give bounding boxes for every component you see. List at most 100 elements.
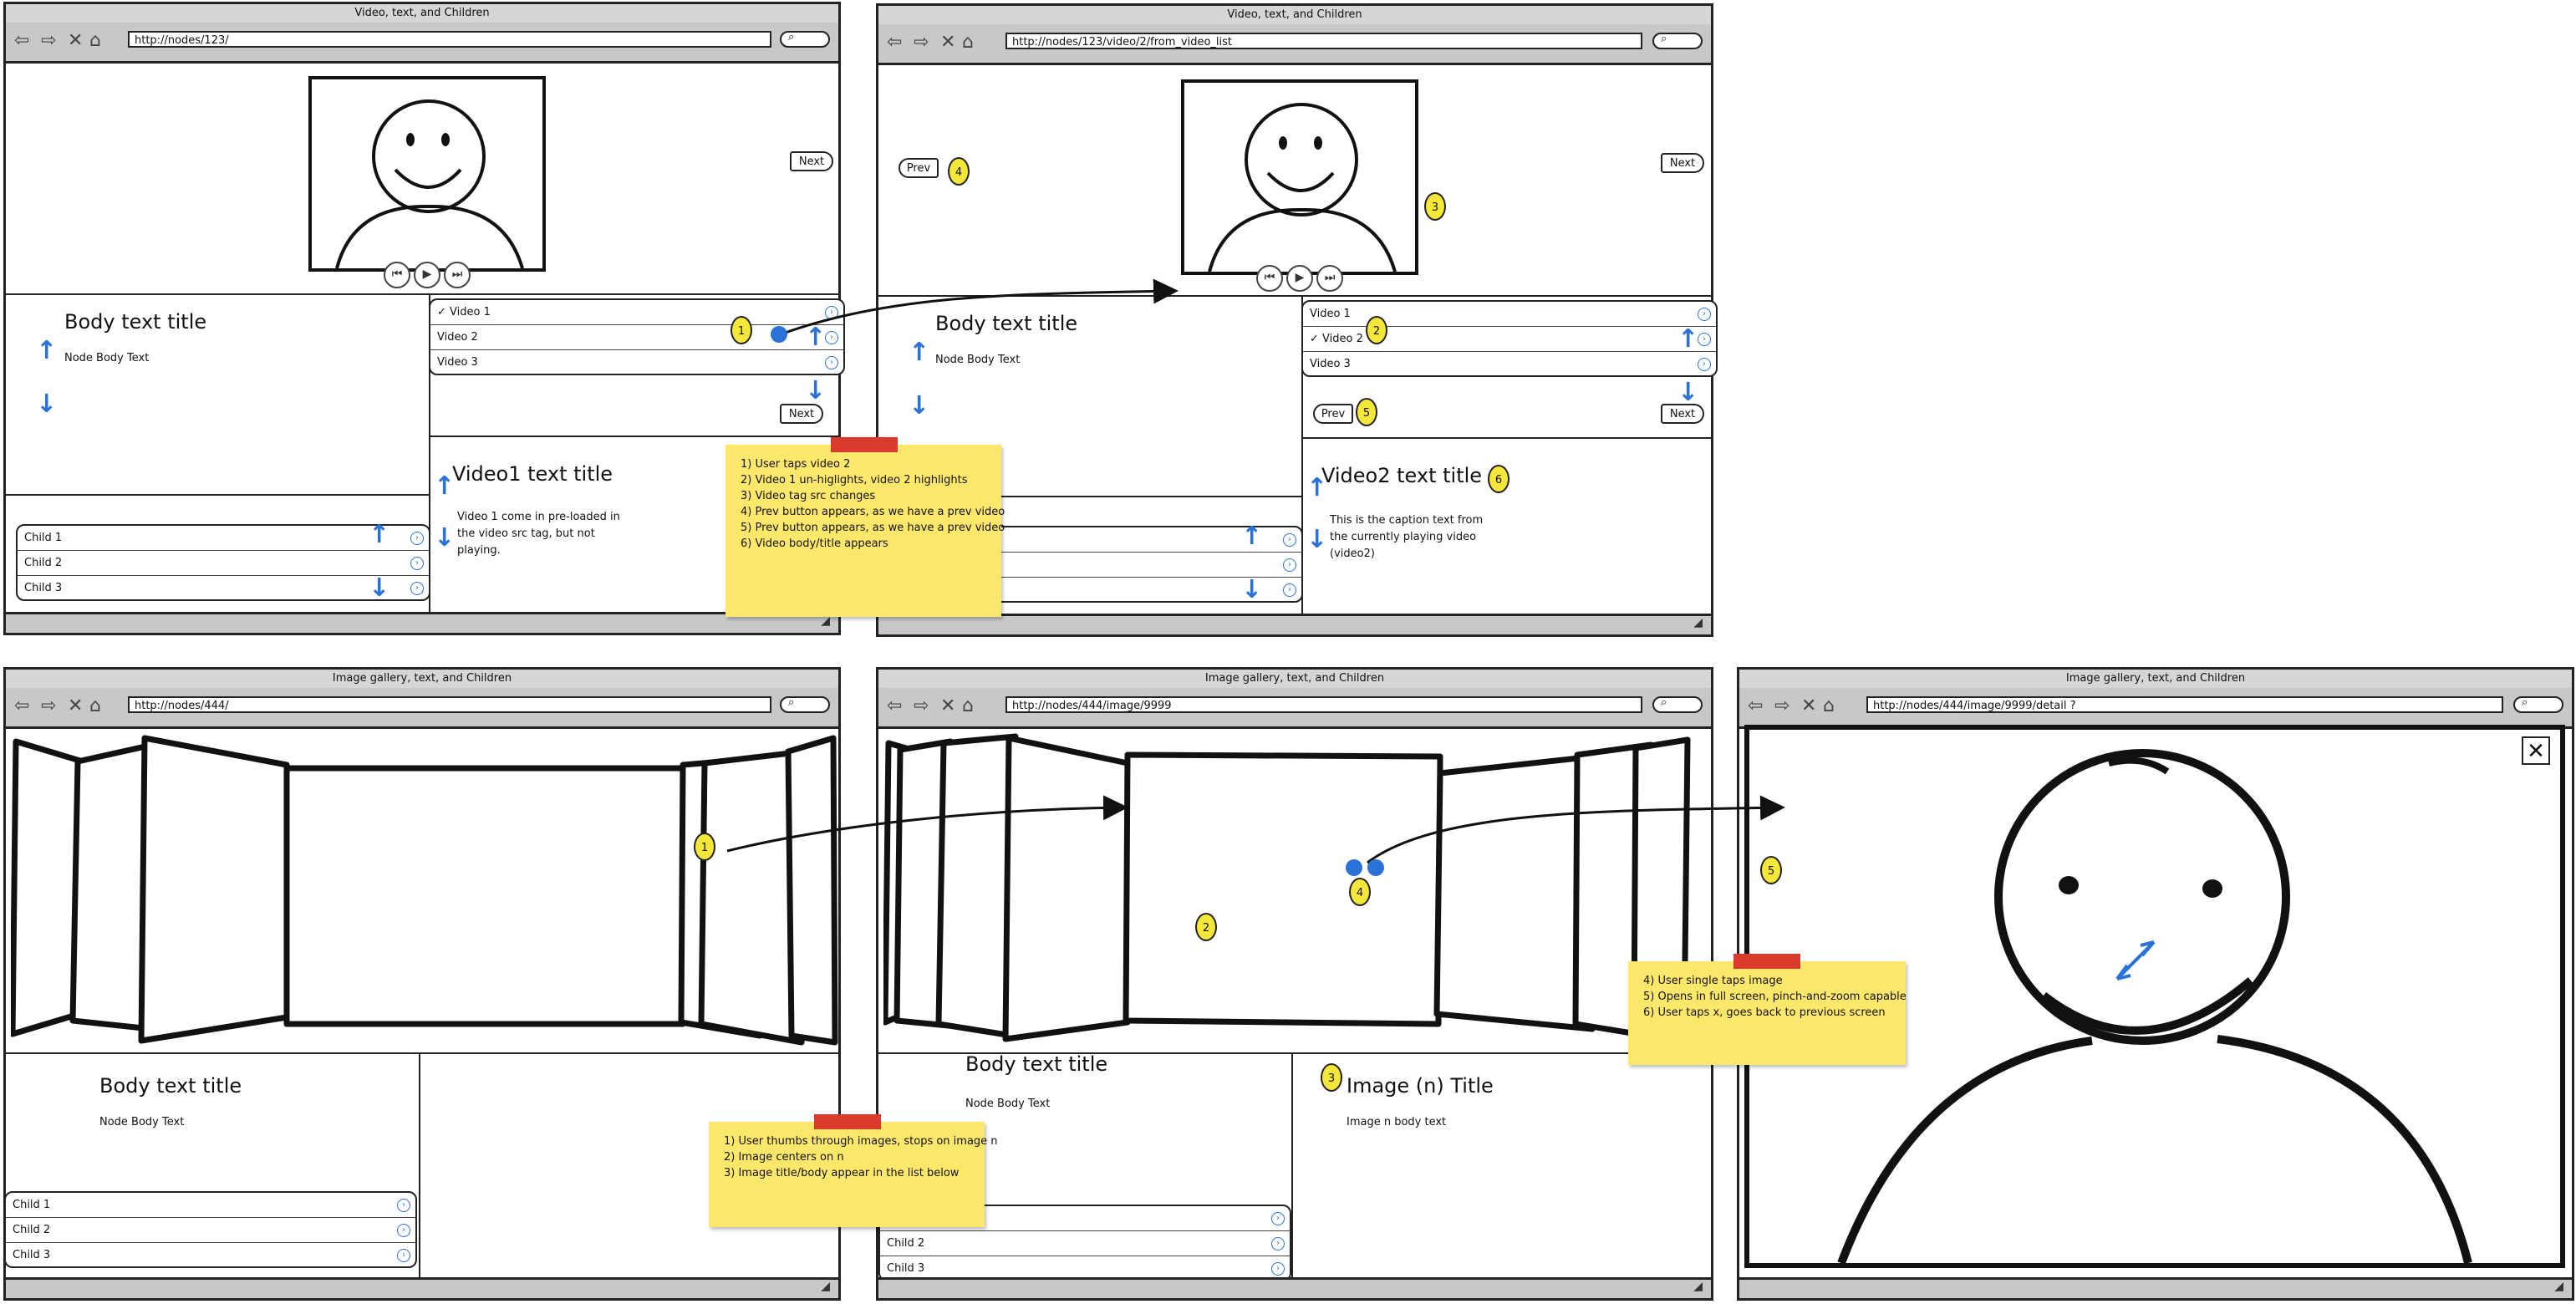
list-item[interactable]: Child 2 › bbox=[18, 551, 429, 576]
chevron-right-icon[interactable]: › bbox=[1271, 1212, 1285, 1225]
address-bar[interactable]: http://nodes/444/image/9999/detail ? bbox=[1866, 696, 2503, 713]
scroll-up-icon[interactable]: ↑ bbox=[909, 340, 929, 365]
back-icon[interactable]: ⇦ bbox=[1748, 696, 1763, 716]
forward-icon[interactable]: ⇨ bbox=[41, 696, 56, 716]
home-icon[interactable]: ⌂ bbox=[89, 696, 101, 716]
forward-icon[interactable]: ⇨ bbox=[1774, 696, 1789, 716]
chevron-right-icon[interactable]: › bbox=[397, 1224, 410, 1237]
video-player[interactable] bbox=[1181, 79, 1418, 275]
stop-icon[interactable]: ✕ bbox=[68, 31, 83, 51]
close-button[interactable]: ✕ bbox=[2522, 736, 2550, 765]
list-item[interactable]: Child 3 › bbox=[6, 1243, 415, 1266]
search-field[interactable]: ⌕ bbox=[780, 31, 830, 48]
back-icon[interactable]: ⇦ bbox=[14, 31, 29, 51]
prev-button[interactable]: Prev bbox=[1313, 404, 1353, 424]
list-item[interactable]: Child 1 › bbox=[6, 1193, 415, 1218]
scroll-down-icon[interactable]: ↓ bbox=[1241, 578, 1262, 603]
search-field[interactable]: ⌕ bbox=[1652, 33, 1703, 49]
forward-icon[interactable]: ⇨ bbox=[914, 33, 929, 53]
chevron-right-icon[interactable]: › bbox=[1283, 533, 1296, 547]
list-item[interactable]: Child 1 › bbox=[18, 526, 429, 551]
fast-forward-icon[interactable]: ⏭ bbox=[444, 262, 471, 288]
list-item[interactable]: Child 3 › bbox=[18, 576, 429, 599]
rewind-icon[interactable]: ⏮ bbox=[1256, 265, 1283, 292]
scroll-down-icon[interactable]: ↓ bbox=[805, 379, 826, 404]
scroll-down-icon[interactable]: ↓ bbox=[369, 576, 389, 601]
scroll-down-icon[interactable]: ↓ bbox=[36, 392, 57, 417]
resize-grip-icon[interactable]: ◢ bbox=[1693, 616, 1703, 629]
list-item[interactable]: Child 2 › bbox=[880, 1231, 1290, 1256]
scroll-down-icon[interactable]: ↓ bbox=[1677, 380, 1698, 405]
scroll-up-icon[interactable]: ↑ bbox=[1677, 327, 1698, 352]
scroll-up-icon[interactable]: ↑ bbox=[369, 522, 389, 548]
video-list-item[interactable]: Video 3 › bbox=[430, 350, 843, 374]
search-field[interactable]: ⌕ bbox=[2513, 696, 2563, 713]
forward-icon[interactable]: ⇨ bbox=[914, 696, 929, 716]
scroll-up-icon[interactable]: ↑ bbox=[1306, 476, 1327, 501]
chevron-right-icon[interactable]: › bbox=[825, 356, 838, 369]
back-icon[interactable]: ⇦ bbox=[14, 696, 29, 716]
scroll-up-icon[interactable]: ↑ bbox=[1241, 524, 1262, 549]
touch-point bbox=[771, 326, 787, 343]
chevron-right-icon[interactable]: › bbox=[825, 306, 838, 319]
stop-icon[interactable]: ✕ bbox=[940, 33, 955, 53]
chevron-right-icon[interactable]: › bbox=[410, 582, 424, 595]
resize-grip-icon[interactable]: ◢ bbox=[821, 1280, 830, 1293]
home-icon[interactable]: ⌂ bbox=[962, 33, 974, 53]
scroll-up-icon[interactable]: ↑ bbox=[434, 474, 455, 499]
video-player[interactable] bbox=[308, 76, 546, 272]
chevron-right-icon[interactable]: › bbox=[1271, 1237, 1285, 1251]
address-bar[interactable]: http://nodes/444/ bbox=[128, 696, 771, 713]
chevron-right-icon[interactable]: › bbox=[1698, 333, 1711, 346]
home-icon[interactable]: ⌂ bbox=[1823, 696, 1835, 716]
back-icon[interactable]: ⇦ bbox=[887, 33, 902, 53]
list-item[interactable]: Child 2 › bbox=[6, 1218, 415, 1243]
address-bar[interactable]: http://nodes/444/image/9999 bbox=[1005, 696, 1642, 713]
chevron-right-icon[interactable]: › bbox=[825, 331, 838, 344]
prev-button[interactable]: Prev bbox=[899, 158, 939, 178]
chevron-right-icon[interactable]: › bbox=[410, 532, 424, 545]
resize-grip-icon[interactable]: ◢ bbox=[1693, 1280, 1703, 1293]
cover-flow-gallery[interactable] bbox=[883, 733, 1711, 1051]
address-bar[interactable]: http://nodes/123/ bbox=[128, 31, 771, 48]
scroll-down-icon[interactable]: ↓ bbox=[909, 394, 929, 419]
next-button[interactable]: Next bbox=[790, 151, 833, 171]
video-text-line: the currently playing video bbox=[1330, 531, 1477, 543]
forward-icon[interactable]: ⇨ bbox=[41, 31, 56, 51]
play-icon[interactable]: ▶ bbox=[1286, 265, 1313, 292]
back-icon[interactable]: ⇦ bbox=[887, 696, 902, 716]
video-list-item[interactable]: Video 1 › bbox=[1303, 302, 1716, 327]
cover-flow-gallery[interactable] bbox=[11, 733, 838, 1051]
video-list-item[interactable]: ✓ Video 1 › bbox=[430, 300, 843, 325]
chevron-right-icon[interactable]: › bbox=[1698, 308, 1711, 321]
search-field[interactable]: ⌕ bbox=[1652, 696, 1703, 713]
home-icon[interactable]: ⌂ bbox=[89, 31, 101, 51]
stop-icon[interactable]: ✕ bbox=[940, 696, 955, 716]
list-item[interactable]: › bbox=[964, 553, 1301, 578]
browser-window-video-detail: Video, text, and Children ⇦ ⇨ ✕ ⌂ http:/… bbox=[876, 3, 1718, 637]
search-field[interactable]: ⌕ bbox=[780, 696, 830, 713]
next-button[interactable]: Next bbox=[1661, 153, 1704, 173]
chevron-right-icon[interactable]: › bbox=[1271, 1262, 1285, 1276]
chevron-right-icon[interactable]: › bbox=[397, 1249, 410, 1262]
address-bar[interactable]: http://nodes/123/video/2/from_video_list bbox=[1005, 33, 1642, 49]
chevron-right-icon[interactable]: › bbox=[1283, 583, 1296, 597]
home-icon[interactable]: ⌂ bbox=[962, 696, 974, 716]
stop-icon[interactable]: ✕ bbox=[68, 696, 83, 716]
next-button[interactable]: Next bbox=[1661, 404, 1704, 424]
resize-grip-icon[interactable]: ◢ bbox=[2554, 1280, 2563, 1293]
chevron-right-icon[interactable]: › bbox=[1283, 558, 1296, 572]
scroll-down-icon[interactable]: ↓ bbox=[1306, 527, 1327, 553]
scroll-up-icon[interactable]: ↑ bbox=[805, 325, 826, 350]
video-list-item[interactable]: Video 3 › bbox=[1303, 352, 1716, 375]
fast-forward-icon[interactable]: ⏭ bbox=[1316, 265, 1343, 292]
chevron-right-icon[interactable]: › bbox=[397, 1199, 410, 1212]
scroll-down-icon[interactable]: ↓ bbox=[434, 526, 455, 551]
chevron-right-icon[interactable]: › bbox=[1698, 358, 1711, 371]
rewind-icon[interactable]: ⏮ bbox=[384, 262, 410, 288]
stop-icon[interactable]: ✕ bbox=[1801, 696, 1816, 716]
scroll-up-icon[interactable]: ↑ bbox=[36, 339, 57, 364]
next-button[interactable]: Next bbox=[780, 404, 823, 424]
play-icon[interactable]: ▶ bbox=[414, 262, 440, 288]
chevron-right-icon[interactable]: › bbox=[410, 557, 424, 570]
